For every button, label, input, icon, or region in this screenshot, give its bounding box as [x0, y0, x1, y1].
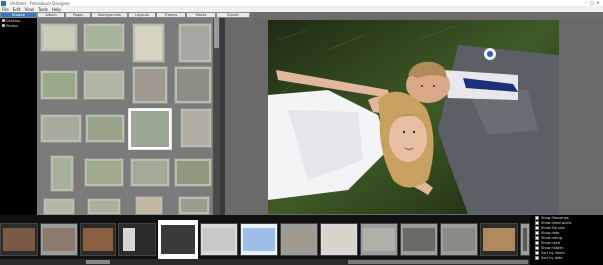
thumbnail-grid — [37, 18, 220, 215]
option-label: Show used — [541, 240, 560, 245]
thumbnail-scrollbar[interactable] — [213, 18, 220, 215]
filmstrip-page[interactable] — [40, 223, 78, 256]
photo-thumbnail[interactable] — [40, 23, 78, 52]
photo-thumbnail[interactable] — [174, 158, 212, 187]
menu-tools[interactable]: Tools — [38, 7, 48, 12]
filmstrip-page[interactable] — [80, 223, 116, 256]
photo-thumbnail[interactable] — [40, 70, 78, 100]
checkbox[interactable] — [535, 245, 539, 250]
option-label: Show date — [541, 230, 560, 235]
filmstrip-page[interactable] — [200, 223, 238, 256]
folder-icon — [2, 19, 5, 22]
folder-tree-panel: Desktop Photos — [0, 18, 37, 215]
filmstrip-scrollbar[interactable] — [0, 259, 530, 265]
photo-thumbnail[interactable] — [132, 23, 165, 63]
filmstrip-page[interactable] — [320, 223, 358, 256]
scrollbar-thumb[interactable] — [86, 260, 110, 264]
option-label: Show hidden — [541, 245, 564, 250]
filmstrip-page[interactable] — [240, 223, 278, 256]
filmstrip-page[interactable] — [480, 223, 518, 256]
option-label: Show filenames — [541, 215, 569, 220]
option-label: Sort by name — [541, 250, 565, 255]
tree-item[interactable]: Photos — [0, 23, 37, 28]
filmstrip — [0, 215, 530, 265]
scrollbar-thumb[interactable] — [214, 18, 219, 48]
wedding-couple-photo — [268, 20, 559, 214]
menu-view[interactable]: View — [24, 7, 34, 12]
checkbox[interactable] — [535, 225, 539, 230]
checkbox[interactable] — [535, 235, 539, 240]
checkbox[interactable] — [535, 215, 539, 220]
option-label: Show file size — [541, 225, 565, 230]
app-icon — [1, 0, 6, 6]
photo-thumbnail[interactable] — [178, 23, 212, 63]
checkbox[interactable] — [535, 250, 539, 255]
option-row[interactable]: Sort by date — [530, 255, 603, 260]
photo-thumbnail[interactable] — [132, 66, 168, 104]
selected-filmstrip-page[interactable] — [158, 220, 198, 259]
photo-thumbnail[interactable] — [130, 158, 170, 187]
photo-thumbnail[interactable] — [43, 198, 75, 215]
photo-thumbnail[interactable] — [50, 155, 74, 192]
photo-thumbnail[interactable] — [40, 114, 82, 143]
options-panel: Show filenames Show dimensions Show file… — [530, 215, 603, 265]
photo-thumbnail[interactable] — [87, 198, 121, 215]
photo-thumbnail[interactable] — [83, 70, 125, 100]
option-label: Show dimensions — [541, 220, 572, 225]
photo-thumbnail[interactable] — [85, 114, 125, 143]
preview-image[interactable] — [268, 20, 559, 214]
photo-thumbnail[interactable] — [174, 66, 212, 104]
option-label: Sort by date — [541, 255, 563, 260]
photo-thumbnail[interactable] — [84, 158, 124, 187]
menu-file[interactable]: File — [2, 7, 9, 12]
photo-thumbnail[interactable] — [135, 196, 163, 215]
filmstrip-page[interactable] — [0, 223, 38, 256]
window-title: Untitled - Fotoalbum Designer — [10, 0, 71, 6]
scrollbar-track-highlight — [348, 260, 528, 264]
filmstrip-page[interactable] — [118, 223, 156, 256]
filmstrip-page[interactable] — [400, 223, 438, 256]
filmstrip-page[interactable] — [360, 223, 398, 256]
menu-edit[interactable]: Edit — [13, 7, 21, 12]
checkbox[interactable] — [535, 255, 539, 260]
photo-thumbnail[interactable] — [178, 196, 210, 215]
filmstrip-page[interactable] — [520, 223, 530, 256]
checkbox[interactable] — [535, 240, 539, 245]
folder-icon — [2, 24, 5, 27]
filmstrip-page[interactable] — [440, 223, 478, 256]
checkbox[interactable] — [535, 220, 539, 225]
photo-thumbnail[interactable] — [83, 23, 125, 52]
photo-viewer — [225, 18, 603, 215]
photo-thumbnail[interactable] — [180, 108, 212, 148]
menu-help[interactable]: Help — [52, 7, 61, 12]
filmstrip-page[interactable] — [280, 223, 318, 256]
tree-item-label: Desktop — [6, 18, 21, 23]
checkbox[interactable] — [535, 230, 539, 235]
option-label: Show rating — [541, 235, 562, 240]
tree-item-label: Photos — [6, 23, 18, 28]
selected-photo-thumbnail[interactable] — [128, 108, 172, 150]
